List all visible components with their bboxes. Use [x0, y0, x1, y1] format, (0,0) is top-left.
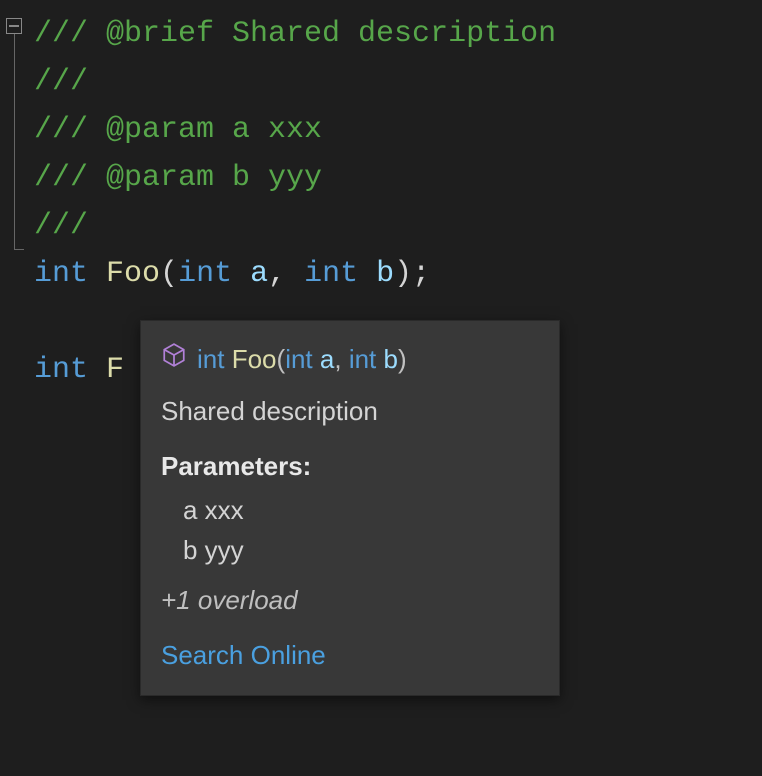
- code-token: ///: [34, 209, 88, 243]
- code-token: /// @param a xxx: [34, 113, 322, 147]
- param-line: a xxx: [161, 490, 539, 530]
- code-token: /// @param b yyy: [34, 161, 322, 195]
- search-online-link[interactable]: Search Online: [161, 635, 539, 675]
- code-line[interactable]: ///: [34, 202, 556, 250]
- signature-row: int Foo(int a, int b): [161, 339, 539, 379]
- cube-icon: [161, 339, 187, 379]
- code-token: [358, 257, 376, 291]
- code-token: int: [178, 257, 232, 291]
- code-token: F: [106, 353, 124, 387]
- gutter: [0, 0, 30, 776]
- code-token: ///: [34, 65, 88, 99]
- parameters-heading: Parameters:: [161, 446, 539, 486]
- code-token: [88, 353, 106, 387]
- code-line[interactable]: /// @param b yyy: [34, 154, 556, 202]
- code-token: int: [34, 257, 88, 291]
- code-token: ,: [268, 257, 304, 291]
- code-line[interactable]: int Foo(int a, int b);: [34, 250, 556, 298]
- code-token: b: [376, 257, 394, 291]
- code-token: (: [160, 257, 178, 291]
- tooltip-description: Shared description: [161, 391, 539, 431]
- parameters-list: a xxxb yyy: [161, 490, 539, 571]
- code-token: [88, 257, 106, 291]
- intellisense-tooltip: int Foo(int a, int b) Shared description…: [140, 320, 560, 696]
- minus-icon: [9, 25, 19, 27]
- fold-guide-line: [14, 34, 15, 250]
- code-token: a: [250, 257, 268, 291]
- overload-count: +1 overload: [161, 580, 539, 620]
- code-line[interactable]: ///: [34, 58, 556, 106]
- code-token: [232, 257, 250, 291]
- code-token: [34, 305, 52, 339]
- function-name: Foo: [232, 344, 277, 374]
- code-line[interactable]: /// @brief Shared description: [34, 10, 556, 58]
- code-token: Foo: [106, 257, 160, 291]
- code-line[interactable]: /// @param a xxx: [34, 106, 556, 154]
- fold-toggle[interactable]: [6, 18, 22, 34]
- code-token: );: [394, 257, 430, 291]
- return-type: int: [197, 344, 224, 374]
- param-line: b yyy: [161, 530, 539, 570]
- code-token: int: [34, 353, 88, 387]
- signature-text: int Foo(int a, int b): [197, 339, 407, 379]
- code-token: int: [304, 257, 358, 291]
- code-token: /// @brief Shared description: [34, 17, 556, 51]
